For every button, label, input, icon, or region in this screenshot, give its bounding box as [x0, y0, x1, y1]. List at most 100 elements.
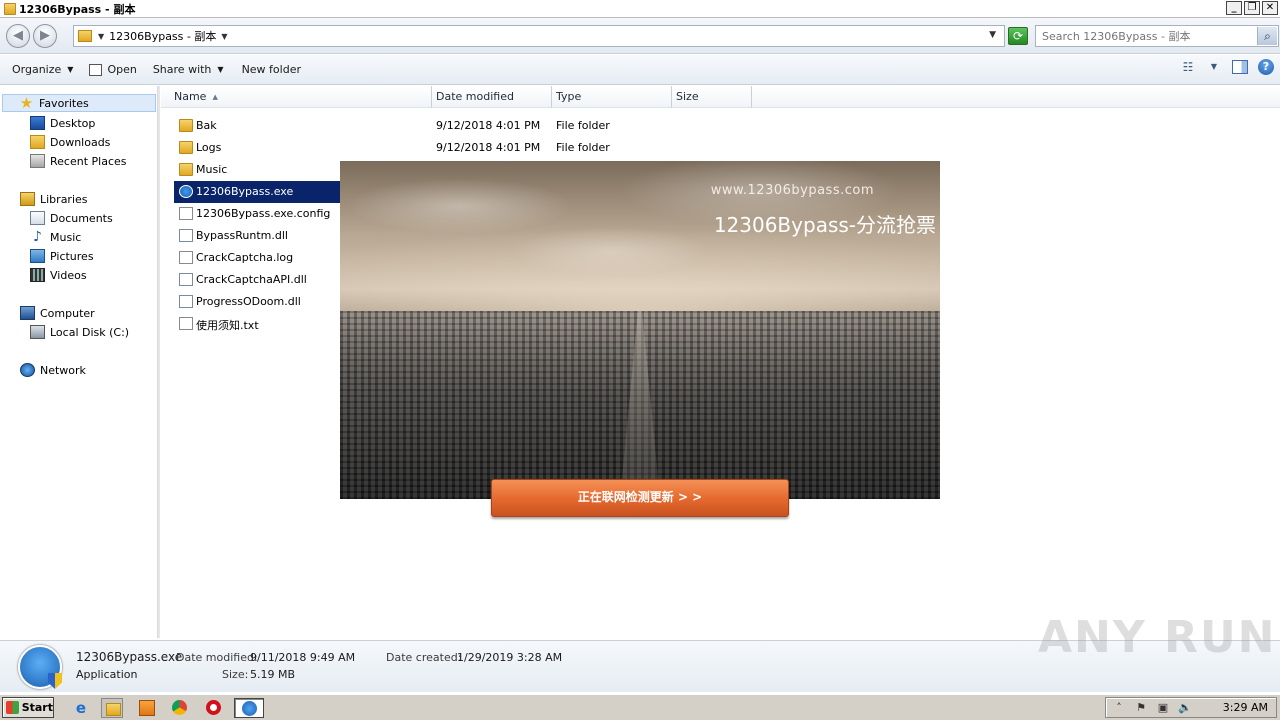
column-header-type[interactable]: Type: [552, 86, 672, 108]
window-controls: _ ❐ ✕: [1226, 1, 1278, 15]
file-name: CrackCaptchaAPI.dll: [196, 273, 307, 286]
nav-network[interactable]: Network: [20, 361, 86, 379]
refresh-button[interactable]: ⟳: [1008, 27, 1028, 45]
folder-icon: [78, 30, 92, 42]
search-icon[interactable]: ⌕: [1257, 27, 1277, 45]
exe-icon: [179, 185, 193, 198]
forward-button[interactable]: ▶: [33, 24, 57, 48]
star-icon: ★: [19, 94, 34, 112]
nav-computer[interactable]: Computer: [20, 304, 95, 322]
nav-pictures[interactable]: Pictures: [30, 247, 94, 265]
action-center-flag-icon[interactable]: ⚑: [1134, 701, 1148, 714]
clock[interactable]: 3:29 AM: [1223, 701, 1268, 714]
file-icon: [179, 317, 193, 330]
column-header-size[interactable]: Size: [672, 86, 752, 108]
file-name: CrackCaptcha.log: [196, 251, 294, 264]
window-titlebar[interactable]: 12306Bypass - 副本 _ ❐ ✕: [0, 0, 1280, 18]
update-check-button[interactable]: 正在联网检测更新 > >: [491, 479, 789, 517]
column-name-label: Name: [174, 90, 207, 103]
application-icon: [18, 645, 62, 689]
file-name: 使用须知.txt: [196, 319, 259, 332]
opera-icon[interactable]: [203, 698, 225, 718]
nav-videos[interactable]: Videos: [30, 266, 87, 284]
details-date-created-label: Date created:: [386, 651, 462, 664]
column-header-date[interactable]: Date modified: [432, 86, 552, 108]
table-row[interactable]: Bak 9/12/2018 4:01 PM File folder: [174, 115, 1234, 137]
back-button[interactable]: ◀: [6, 24, 30, 48]
organize-menu[interactable]: Organize ▼: [6, 59, 79, 81]
file-name: 12306Bypass.exe.config: [196, 207, 331, 220]
search-box[interactable]: ⌕: [1035, 25, 1279, 47]
nav-network-label: Network: [40, 363, 86, 377]
bypass-app-taskbar-button[interactable]: [234, 698, 264, 718]
libraries-icon: [20, 192, 35, 206]
new-folder-button[interactable]: New folder: [236, 59, 307, 81]
open-icon: [89, 63, 103, 76]
nav-computer-label: Computer: [40, 306, 95, 320]
network-icon: [20, 363, 35, 377]
share-with-menu[interactable]: Share with ▼: [147, 59, 230, 81]
desktop-icon: [30, 116, 45, 130]
nav-music[interactable]: ♪ Music: [30, 228, 81, 246]
system-tray: ˄ ⚑ ▣ 🔈 3:29 AM: [1105, 697, 1277, 718]
nav-favorites-label: Favorites: [39, 96, 89, 110]
file-date: 9/12/2018 4:01 PM: [436, 141, 541, 154]
nav-recent-places-label: Recent Places: [50, 154, 127, 168]
start-button[interactable]: Start: [2, 697, 54, 718]
help-icon[interactable]: ?: [1258, 59, 1274, 75]
table-row[interactable]: Logs 9/12/2018 4:01 PM File folder: [174, 137, 1234, 159]
command-bar: Organize ▼ Open Share with ▼ New folder …: [0, 55, 1280, 85]
videos-icon: [30, 268, 45, 282]
column-header-name[interactable]: Name ▲: [161, 86, 432, 108]
change-view-icon[interactable]: ☷: [1180, 60, 1196, 74]
table-row-selected[interactable]: 12306Bypass.exe: [174, 181, 340, 203]
file-date: 9/12/2018 4:01 PM: [436, 119, 541, 132]
folder-icon: [179, 163, 193, 176]
breadcrumb-current[interactable]: 12306Bypass - 副本: [109, 28, 216, 44]
nav-libraries[interactable]: Libraries: [20, 190, 88, 208]
address-history-dropdown[interactable]: ▼: [989, 30, 996, 40]
close-button[interactable]: ✕: [1262, 1, 1278, 15]
column-type-label: Type: [556, 90, 582, 103]
nav-music-label: Music: [50, 230, 82, 244]
nav-libraries-label: Libraries: [40, 192, 88, 206]
file-name: ProgressODoom.dll: [196, 295, 301, 308]
uac-shield-icon: [48, 673, 62, 689]
file-icon: [179, 207, 193, 220]
pane-splitter[interactable]: [158, 86, 160, 638]
volume-icon[interactable]: 🔈: [1178, 701, 1192, 714]
nav-documents-label: Documents: [50, 211, 113, 225]
chevron-down-icon[interactable]: ▼: [1206, 60, 1222, 74]
splash-screen[interactable]: www.12306bypass.com 12306Bypass-分流抢票: [340, 161, 940, 499]
navigation-pane: ★ Favorites Desktop Downloads Recent Pla…: [0, 86, 158, 638]
nav-desktop[interactable]: Desktop: [30, 114, 95, 132]
chevron-down-icon[interactable]: ▼: [221, 32, 227, 41]
preview-pane-icon[interactable]: [1232, 60, 1248, 74]
internet-explorer-icon[interactable]: e: [70, 698, 92, 718]
nav-recent-places[interactable]: Recent Places: [30, 152, 127, 170]
open-button[interactable]: Open: [83, 59, 142, 81]
window-title: 12306Bypass - 副本: [19, 2, 136, 16]
dll-icon: [179, 295, 193, 308]
splash-brand-title: 12306Bypass-分流抢票: [713, 213, 936, 237]
nav-local-disk[interactable]: Local Disk (C:): [30, 323, 129, 341]
minimize-button[interactable]: _: [1226, 1, 1242, 15]
show-hidden-icons-icon[interactable]: ˄: [1112, 701, 1126, 714]
new-folder-label: New folder: [241, 63, 301, 76]
nav-videos-label: Videos: [50, 268, 87, 282]
media-player-icon[interactable]: [136, 698, 158, 718]
chrome-icon[interactable]: [169, 698, 191, 718]
computer-icon: [20, 306, 35, 320]
file-name: BypassRuntm.dll: [196, 229, 288, 242]
nav-documents[interactable]: Documents: [30, 209, 113, 227]
search-input[interactable]: [1042, 29, 1242, 43]
address-bar[interactable]: ▼ 12306Bypass - 副本 ▼ ▼: [73, 25, 1005, 47]
network-tray-icon[interactable]: ▣: [1156, 701, 1170, 714]
nav-local-disk-label: Local Disk (C:): [50, 325, 130, 339]
restore-button[interactable]: ❐: [1244, 1, 1260, 15]
nav-downloads[interactable]: Downloads: [30, 133, 110, 151]
hard-disk-icon: [30, 325, 45, 339]
nav-favorites[interactable]: ★ Favorites: [2, 94, 156, 112]
windows-explorer-icon[interactable]: [101, 698, 123, 718]
breadcrumb-separator-icon[interactable]: ▼: [98, 32, 104, 41]
